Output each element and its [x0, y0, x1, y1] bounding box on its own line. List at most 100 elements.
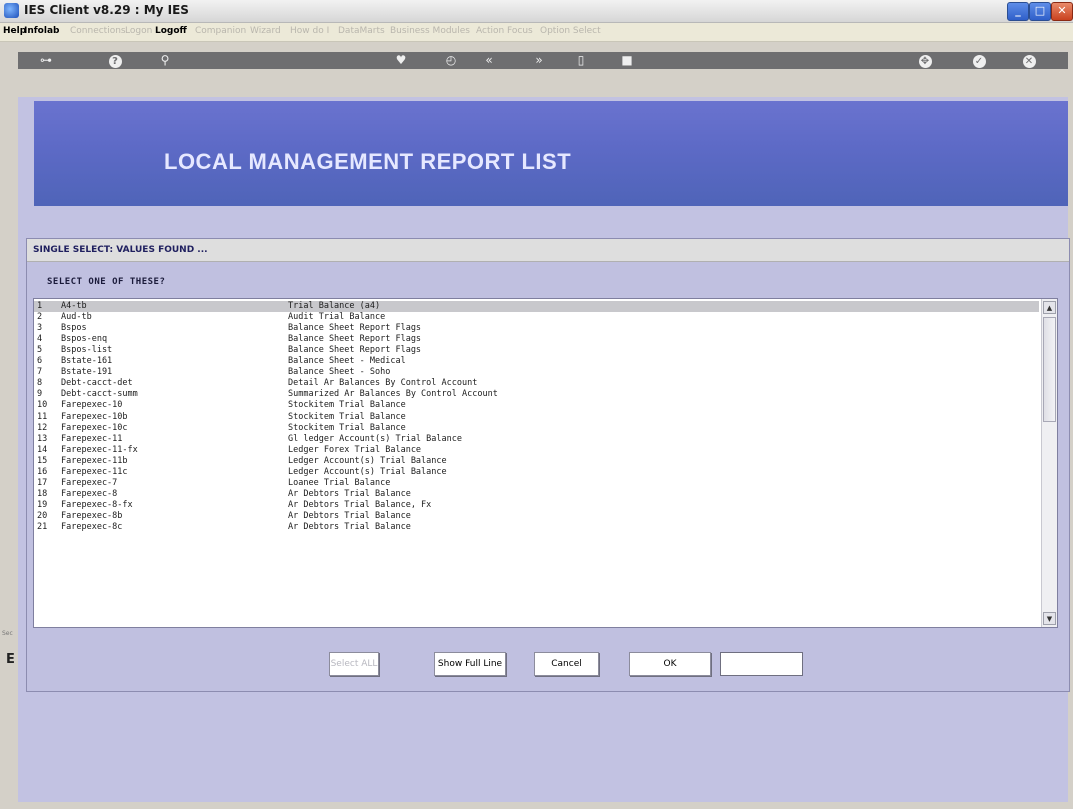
menu-option-select[interactable]: Option Select	[540, 26, 601, 36]
row-description: Ar Debtors Trial Balance	[288, 522, 411, 532]
menu-business-modules[interactable]: Business Modules	[390, 26, 470, 36]
scroll-up-icon[interactable]: ▲	[1043, 301, 1056, 314]
check-icon[interactable]: ✓	[964, 52, 994, 69]
forward-icon[interactable]: »	[524, 52, 554, 69]
row-code: Farepexec-11	[61, 433, 123, 444]
minimize-icon[interactable]: _	[1007, 2, 1029, 21]
list-row[interactable]: 20 Farepexec-8b Ar Debtors Trial Balance	[34, 511, 1039, 522]
row-description: Stockitem Trial Balance	[288, 422, 406, 433]
row-code: Aud-tb	[61, 312, 92, 323]
list-row[interactable]: 4 Bspos-enq Balance Sheet Report Flags	[34, 334, 1039, 345]
list-row[interactable]: 10 Farepexec-10 Stockitem Trial Balance	[34, 400, 1039, 411]
menu-help[interactable]: Help	[3, 26, 26, 36]
app-icon	[4, 3, 19, 18]
row-description: Ar Debtors Trial Balance	[288, 488, 411, 499]
row-description: Detail Ar Balances By Control Account	[288, 378, 478, 389]
show-full-line-button[interactable]: Show Full Line	[434, 652, 506, 676]
row-number: 6	[37, 356, 43, 367]
row-description: Balance Sheet Report Flags	[288, 345, 422, 356]
row-number: 15	[37, 455, 48, 466]
row-description: Ar Debtors Trial Balance	[288, 510, 411, 521]
list-row[interactable]: 12 Farepexec-10c Stockitem Trial Balance	[34, 423, 1039, 434]
row-code: Farepexec-8-fx	[61, 499, 133, 510]
search-icon[interactable]: ⚲	[150, 52, 180, 69]
row-number: 17	[37, 477, 48, 488]
row-code: Farepexec-10b	[61, 411, 128, 422]
row-code: Bspos	[61, 323, 87, 334]
list-row[interactable]: 5 Bspos-list Balance Sheet Report Flags	[34, 345, 1039, 356]
list-row[interactable]: 18 Farepexec-8 Ar Debtors Trial Balance	[34, 489, 1039, 500]
list-row[interactable]: 7 Bstate-191 Balance Sheet - Soho	[34, 367, 1039, 378]
vertical-scrollbar[interactable]: ▲ ▼	[1041, 299, 1057, 627]
list-row[interactable]: 17 Farepexec-7 Loanee Trial Balance	[34, 478, 1039, 489]
close-icon[interactable]: ✕	[1051, 2, 1073, 21]
row-description: Stockitem Trial Balance	[288, 400, 406, 411]
tool-strip: ⊶ ? ⚲ ♥ ◴ « » ▯ ■ ✥ ✓ ✕	[18, 52, 1068, 69]
row-number: 20	[37, 510, 48, 521]
scroll-thumb[interactable]	[1043, 317, 1056, 422]
menu-logon[interactable]: Logon	[125, 26, 152, 36]
list-row[interactable]: 21 Farepexec-8c Ar Debtors Trial Balance	[34, 522, 1039, 533]
list-row[interactable]: 11 Farepexec-10b Stockitem Trial Balance	[34, 412, 1039, 423]
list-row[interactable]: 6 Bstate-161 Balance Sheet - Medical	[34, 356, 1039, 367]
rewind-icon[interactable]: «	[474, 52, 504, 69]
single-select-dialog: SINGLE SELECT: VALUES FOUND ... SELECT O…	[26, 238, 1070, 692]
row-number: 16	[37, 466, 48, 477]
list-row[interactable]: 9 Debt-cacct-summ Summarized Ar Balances B…	[34, 389, 1039, 400]
row-code: Farepexec-8	[61, 488, 118, 499]
row-code: Farepexec-8b	[61, 510, 123, 521]
list-row[interactable]: 15 Farepexec-11b Ledger Account(s) Trial B…	[34, 456, 1039, 467]
row-code: Bspos-list	[61, 345, 113, 356]
row-number: 1	[37, 301, 43, 311]
list-row[interactable]: 3 Bspos Balance Sheet Report Flags	[34, 323, 1039, 334]
bottom-border	[0, 802, 1073, 809]
values-list[interactable]: 1 A4-tb Trial Balance (a4) 2 Aud-tb Audit Tri…	[33, 298, 1058, 628]
row-number: 4	[37, 334, 43, 345]
list-row[interactable]: 8 Debt-cacct-det Detail Ar Balances By Con…	[34, 378, 1039, 389]
row-description: Audit Trial Balance	[288, 312, 386, 323]
ies-client-window: IES Client v8.29 : My IES _ □ ✕ Help Inf…	[0, 0, 1073, 809]
menu-wizard[interactable]: Wizard	[250, 26, 281, 36]
page-title: LOCAL MANAGEMENT REPORT LIST	[164, 149, 572, 174]
menu-datamarts[interactable]: DataMarts	[338, 26, 385, 36]
row-description: Balance Sheet - Soho	[288, 367, 391, 378]
menu-action-focus[interactable]: Action Focus	[476, 26, 533, 36]
row-description: Balance Sheet Report Flags	[288, 323, 422, 334]
row-number: 7	[37, 367, 43, 378]
cancel-button[interactable]: Cancel	[534, 652, 599, 676]
key-icon[interactable]: ⊶	[28, 52, 64, 69]
list-row[interactable]: 16 Farepexec-11c Ledger Account(s) Trial B…	[34, 467, 1039, 478]
heart-icon[interactable]: ♥	[386, 52, 416, 69]
select-all-button[interactable]: Select ALL	[329, 652, 379, 676]
ok-button[interactable]: OK	[629, 652, 711, 676]
dialog-header: SINGLE SELECT: VALUES FOUND ...	[27, 239, 1069, 262]
cancel-icon[interactable]: ✕	[1014, 52, 1044, 69]
list-row[interactable]: 19 Farepexec-8-fx Ar Debtors Trial Balance…	[34, 500, 1039, 511]
row-description: Loanee Trial Balance	[288, 477, 391, 488]
maximize-icon[interactable]: □	[1029, 2, 1051, 21]
side-label: Sec	[2, 630, 13, 637]
page-icon[interactable]: ▯	[566, 52, 596, 69]
title-bar: IES Client v8.29 : My IES _ □ ✕	[0, 0, 1073, 23]
row-description: Ledger Account(s) Trial Balance	[288, 466, 447, 477]
row-description: Gl ledger Account(s) Trial Balance	[288, 433, 462, 444]
scroll-down-icon[interactable]: ▼	[1043, 612, 1056, 625]
list-row[interactable]: 14 Farepexec-11-fx Ledger Forex Trial Bala…	[34, 445, 1039, 456]
list-row[interactable]: 13 Farepexec-11 Gl ledger Account(s) Trial…	[34, 434, 1039, 445]
menu-bar: Help Infolab Connections Logon Logoff Co…	[0, 23, 1073, 42]
list-row[interactable]: 2 Aud-tb Audit Trial Balance	[34, 312, 1039, 323]
row-number: 11	[37, 411, 48, 422]
list-row[interactable]: 1 A4-tb Trial Balance (a4)	[34, 301, 1039, 312]
help-icon[interactable]: ?	[100, 52, 130, 69]
menu-infolab[interactable]: Infolab	[24, 26, 59, 36]
menu-companion[interactable]: Companion	[195, 26, 246, 36]
row-code: Farepexec-7	[61, 477, 118, 488]
selection-input[interactable]	[720, 652, 803, 676]
menu-logoff[interactable]: Logoff	[155, 26, 187, 36]
square-icon[interactable]: ■	[612, 52, 642, 69]
move-icon[interactable]: ✥	[910, 52, 940, 69]
menu-how-do-i[interactable]: How do I	[290, 26, 329, 36]
row-description: Balance Sheet - Medical	[288, 356, 406, 367]
menu-connections[interactable]: Connections	[70, 26, 126, 36]
clock-icon[interactable]: ◴	[436, 52, 466, 69]
